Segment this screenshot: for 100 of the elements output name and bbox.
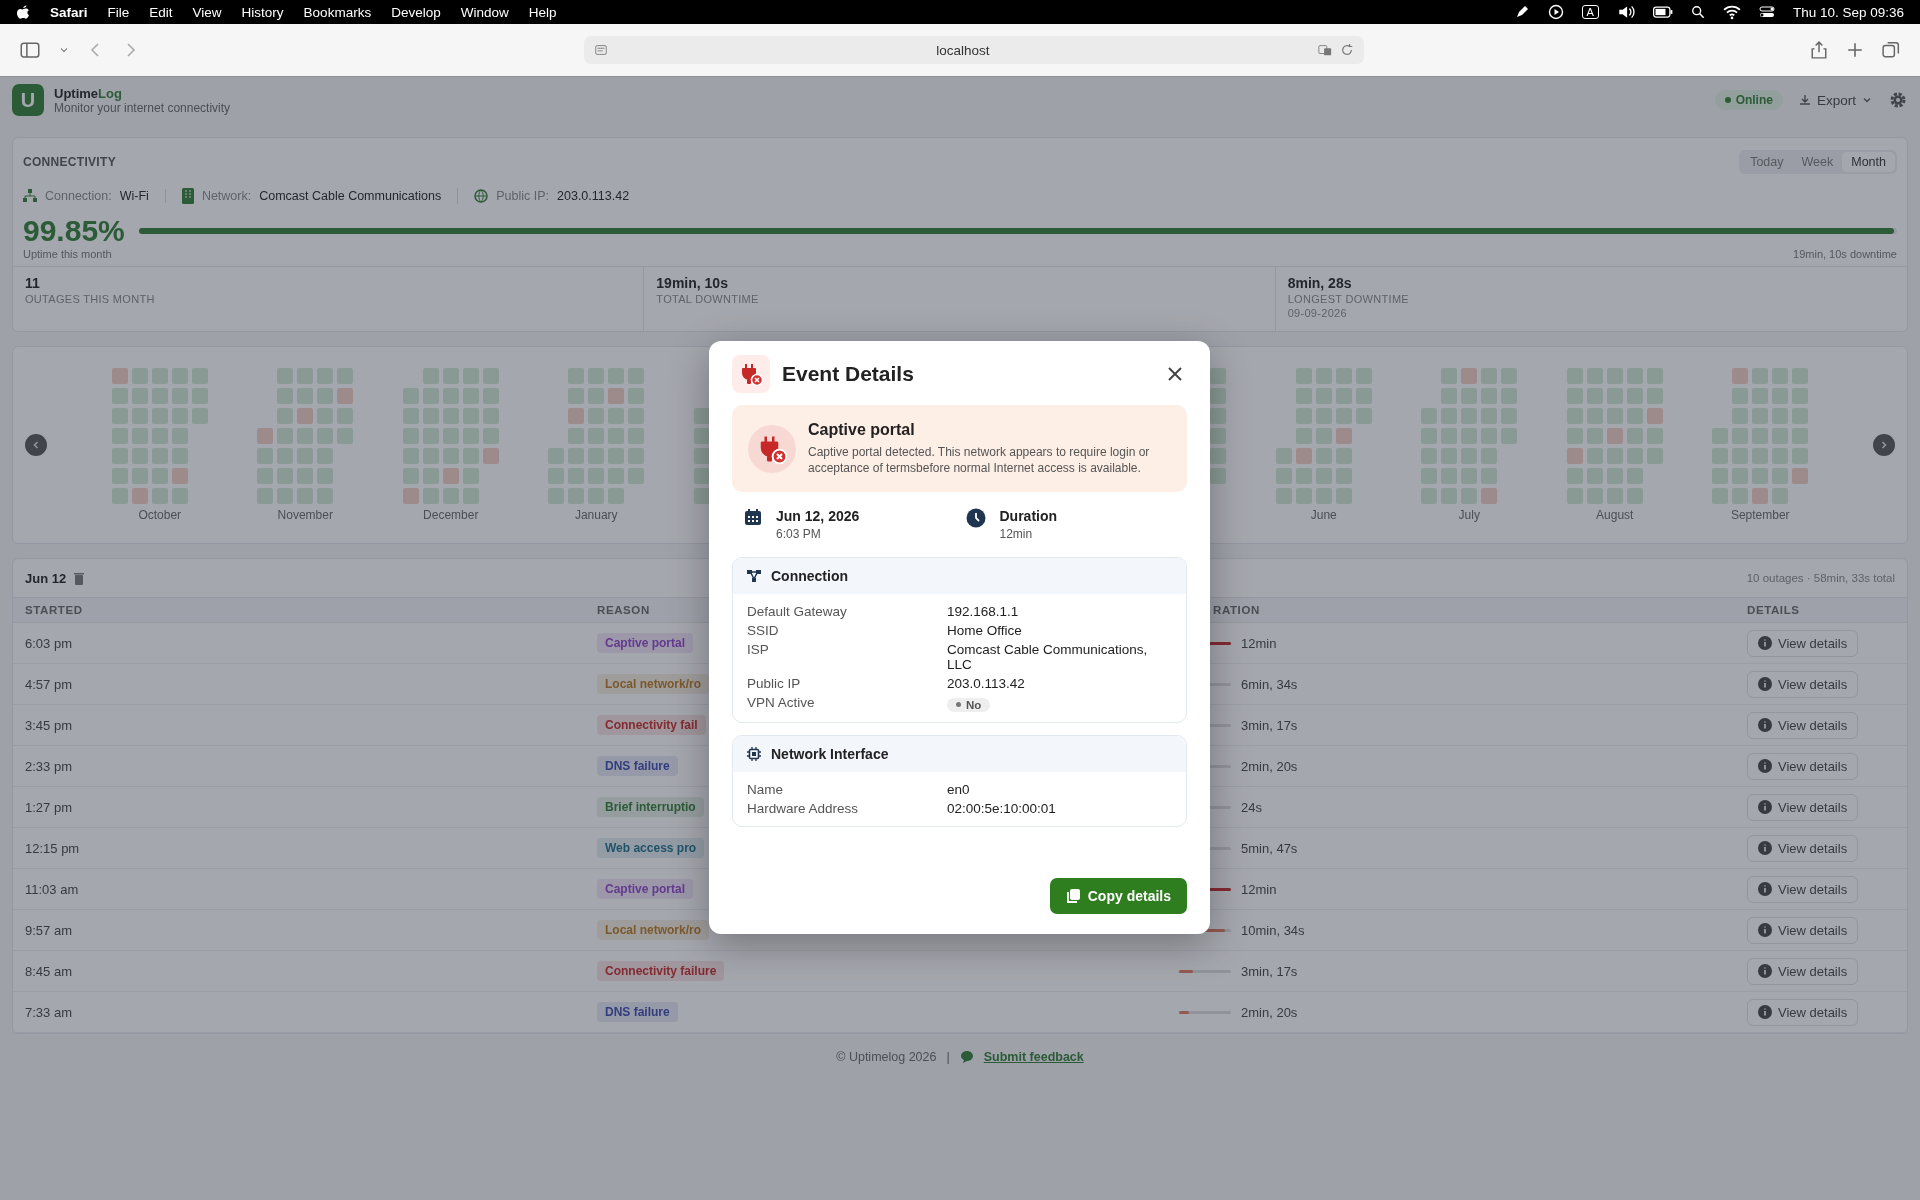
day-cell[interactable] <box>588 408 605 424</box>
day-cell[interactable] <box>111 488 128 504</box>
day-cell[interactable] <box>1295 448 1312 464</box>
day-cell[interactable] <box>462 448 479 464</box>
control-center-icon[interactable] <box>1758 4 1775 20</box>
day-cell[interactable] <box>422 368 439 384</box>
day-cell[interactable] <box>608 448 625 464</box>
day-cell[interactable] <box>462 368 479 384</box>
view-details-button[interactable]: View details <box>1747 793 1859 821</box>
day-cell[interactable] <box>693 408 710 424</box>
day-cell[interactable] <box>608 388 625 404</box>
view-details-button[interactable]: View details <box>1747 670 1859 698</box>
day-cell[interactable] <box>337 428 354 444</box>
day-cell[interactable] <box>422 468 439 484</box>
day-cell[interactable] <box>1772 408 1789 424</box>
day-cell[interactable] <box>257 428 274 444</box>
menu-item[interactable]: Window <box>460 4 509 20</box>
previous-button[interactable] <box>25 434 47 456</box>
day-cell[interactable] <box>1335 428 1352 444</box>
day-cell[interactable] <box>1441 428 1458 444</box>
new-tab-icon[interactable] <box>1846 41 1864 59</box>
day-cell[interactable] <box>111 368 128 384</box>
address-bar[interactable]: localhost <box>584 36 1364 64</box>
day-cell[interactable] <box>462 388 479 404</box>
day-cell[interactable] <box>1586 428 1603 444</box>
day-cell[interactable] <box>1481 448 1498 464</box>
day-cell[interactable] <box>171 468 188 484</box>
day-cell[interactable] <box>1772 368 1789 384</box>
menu-item[interactable]: View <box>192 4 222 20</box>
wifi-icon[interactable] <box>1722 3 1741 21</box>
day-cell[interactable] <box>482 428 499 444</box>
translate-icon[interactable] <box>1318 43 1332 57</box>
view-details-button[interactable]: View details <box>1747 629 1859 657</box>
day-cell[interactable] <box>1481 368 1498 384</box>
day-cell[interactable] <box>568 428 585 444</box>
day-cell[interactable] <box>1792 388 1809 404</box>
input-source-indicator[interactable]: A <box>1581 5 1599 19</box>
day-cell[interactable] <box>693 428 710 444</box>
day-cell[interactable] <box>588 428 605 444</box>
day-cell[interactable] <box>482 408 499 424</box>
day-cell[interactable] <box>402 388 419 404</box>
day-cell[interactable] <box>191 388 208 404</box>
day-cell[interactable] <box>1752 448 1769 464</box>
menu-item[interactable]: File <box>107 4 130 20</box>
day-cell[interactable] <box>548 448 565 464</box>
day-cell[interactable] <box>588 488 605 504</box>
day-cell[interactable] <box>1586 488 1603 504</box>
day-cell[interactable] <box>442 488 459 504</box>
day-cell[interactable] <box>482 368 499 384</box>
day-cell[interactable] <box>1792 428 1809 444</box>
day-cell[interactable] <box>1646 388 1663 404</box>
day-cell[interactable] <box>1441 448 1458 464</box>
day-cell[interactable] <box>1712 428 1729 444</box>
day-cell[interactable] <box>1421 448 1438 464</box>
day-cell[interactable] <box>277 428 294 444</box>
day-cell[interactable] <box>548 468 565 484</box>
day-cell[interactable] <box>1210 468 1227 484</box>
day-cell[interactable] <box>1752 488 1769 504</box>
day-cell[interactable] <box>1792 468 1809 484</box>
reload-icon[interactable] <box>1340 43 1354 57</box>
range-tab[interactable]: Week <box>1792 152 1843 172</box>
day-cell[interactable] <box>1481 468 1498 484</box>
day-cell[interactable] <box>131 468 148 484</box>
day-cell[interactable] <box>442 428 459 444</box>
day-cell[interactable] <box>1481 388 1498 404</box>
day-cell[interactable] <box>1772 448 1789 464</box>
day-cell[interactable] <box>317 408 334 424</box>
day-cell[interactable] <box>1586 448 1603 464</box>
day-cell[interactable] <box>257 488 274 504</box>
day-cell[interactable] <box>568 368 585 384</box>
day-cell[interactable] <box>297 408 314 424</box>
day-cell[interactable] <box>1566 408 1583 424</box>
day-cell[interactable] <box>1586 368 1603 384</box>
day-cell[interactable] <box>1626 468 1643 484</box>
search-icon[interactable] <box>1690 5 1705 19</box>
day-cell[interactable] <box>131 408 148 424</box>
day-cell[interactable] <box>1566 388 1583 404</box>
day-cell[interactable] <box>1646 408 1663 424</box>
day-cell[interactable] <box>1315 428 1332 444</box>
day-cell[interactable] <box>402 428 419 444</box>
day-cell[interactable] <box>482 388 499 404</box>
day-cell[interactable] <box>1586 388 1603 404</box>
day-cell[interactable] <box>1606 488 1623 504</box>
sidebar-icon[interactable] <box>20 40 40 60</box>
day-cell[interactable] <box>1315 368 1332 384</box>
day-cell[interactable] <box>1315 468 1332 484</box>
day-cell[interactable] <box>1772 488 1789 504</box>
day-cell[interactable] <box>1421 428 1438 444</box>
day-cell[interactable] <box>277 408 294 424</box>
menu-clock[interactable]: Thu 10. Sep 09:36 <box>1792 4 1904 20</box>
share-icon[interactable] <box>1810 41 1828 59</box>
day-cell[interactable] <box>442 448 459 464</box>
day-cell[interactable] <box>317 488 334 504</box>
day-cell[interactable] <box>568 488 585 504</box>
day-cell[interactable] <box>297 428 314 444</box>
day-cell[interactable] <box>442 468 459 484</box>
trash-icon[interactable] <box>74 571 85 585</box>
day-cell[interactable] <box>1315 488 1332 504</box>
range-tab[interactable]: Today <box>1741 152 1793 172</box>
day-cell[interactable] <box>1441 388 1458 404</box>
